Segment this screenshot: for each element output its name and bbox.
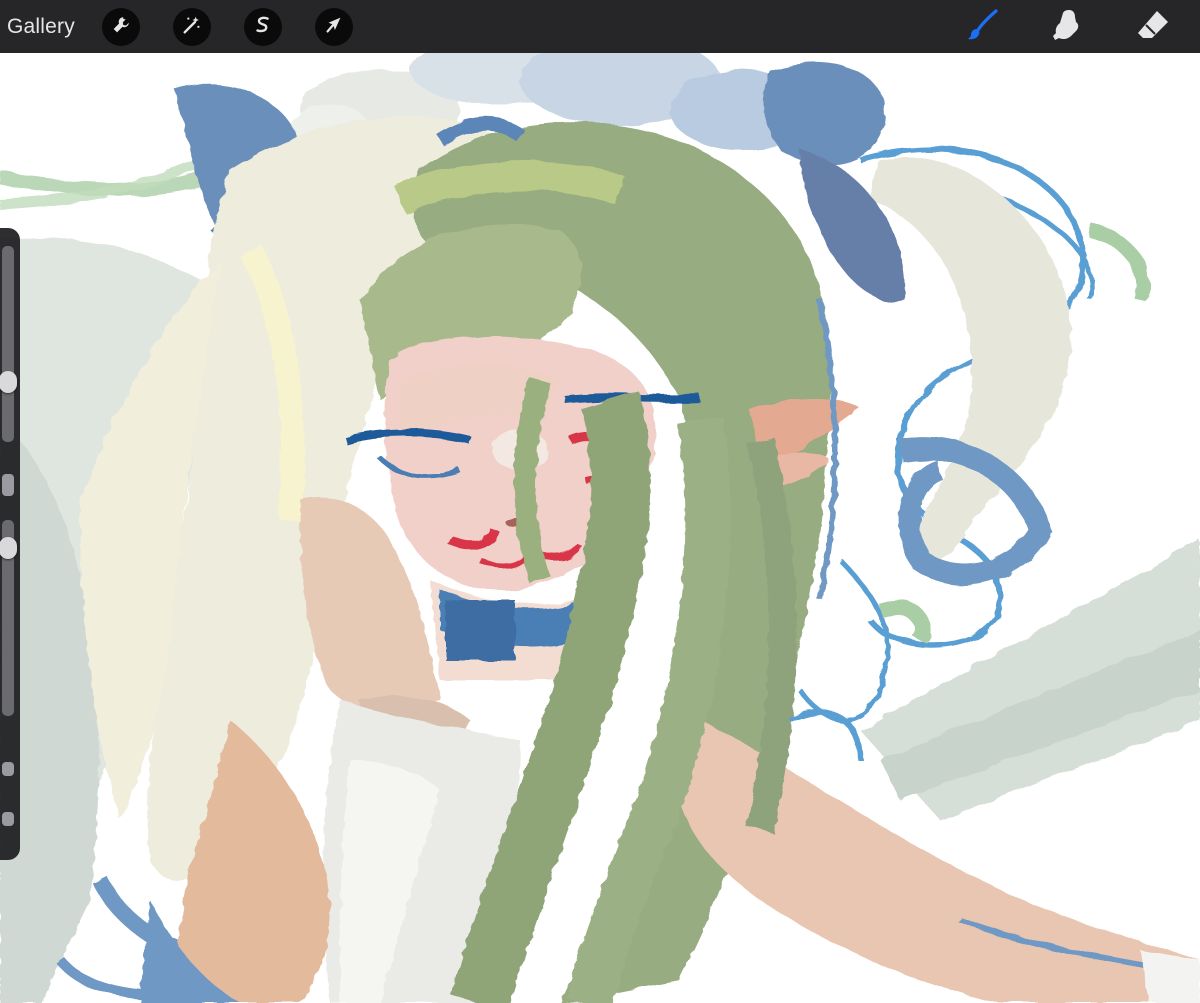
top-toolbar: Gallery [0, 0, 1200, 53]
brush-tool-button[interactable] [963, 7, 1003, 47]
opacity-slider-thumb[interactable] [0, 537, 17, 560]
procreate-app: Gallery [0, 0, 1200, 1003]
magic-wand-icon [181, 14, 203, 41]
redo-button[interactable] [2, 812, 14, 826]
artwork[interactable] [0, 53, 1200, 1003]
undo-button[interactable] [2, 762, 14, 776]
wrench-icon [110, 14, 132, 41]
left-sidebar [0, 228, 20, 860]
eraser-icon [1135, 7, 1171, 48]
brush-icon [965, 7, 1001, 48]
selection-button[interactable] [244, 8, 282, 46]
smudge-tool-button[interactable] [1047, 7, 1087, 47]
modify-button[interactable] [2, 474, 14, 496]
transform-button[interactable] [315, 8, 353, 46]
smudge-finger-icon [1049, 7, 1085, 48]
brush-size-slider-thumb[interactable] [0, 371, 17, 394]
eraser-tool-button[interactable] [1133, 7, 1173, 47]
drawing-canvas[interactable] [0, 53, 1200, 1003]
adjustments-button[interactable] [173, 8, 211, 46]
selection-s-icon [252, 14, 274, 41]
gallery-button[interactable]: Gallery [7, 14, 75, 40]
brush-size-slider[interactable] [2, 246, 14, 442]
arrow-cursor-icon [323, 14, 345, 41]
actions-button[interactable] [102, 8, 140, 46]
